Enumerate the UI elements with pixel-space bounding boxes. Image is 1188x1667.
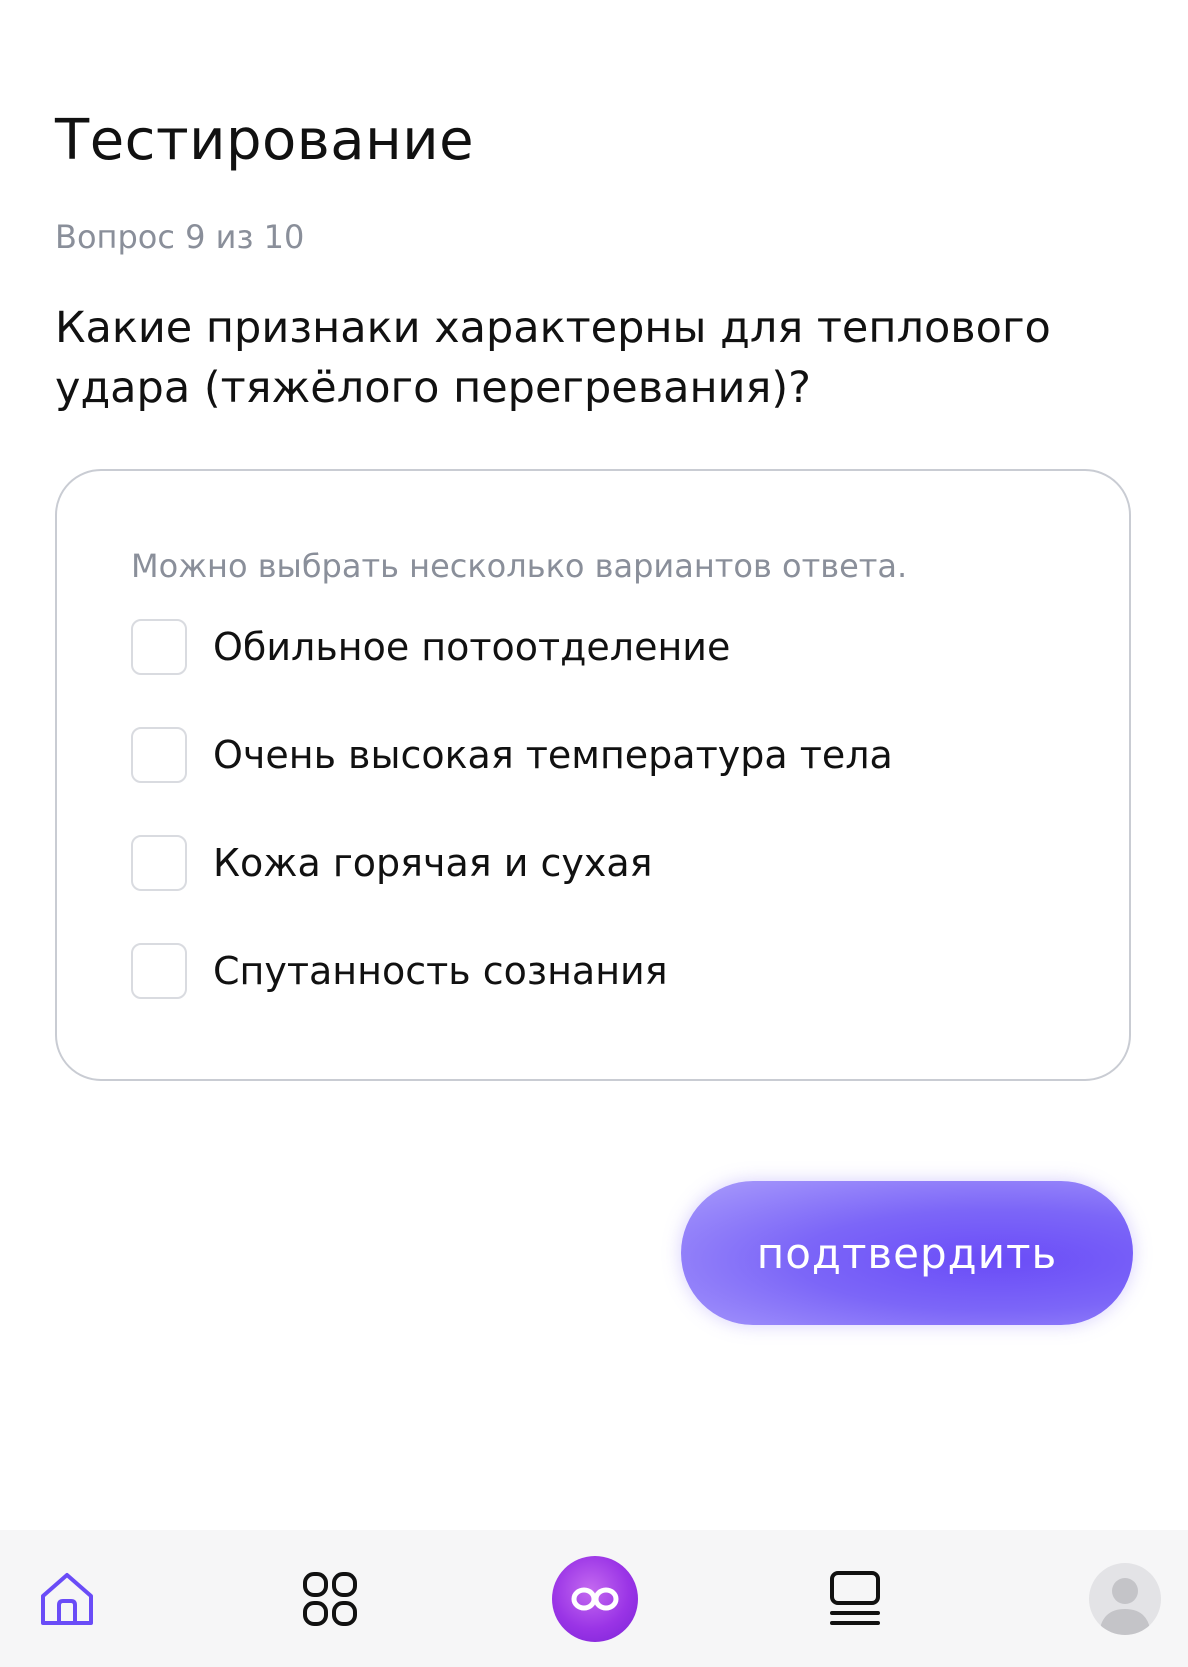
answer-checkbox-4[interactable]	[131, 943, 187, 999]
confirm-button[interactable]: подтвердить	[681, 1181, 1133, 1325]
answer-label-4: Спутанность сознания	[213, 949, 668, 993]
profile-icon	[1099, 1577, 1151, 1635]
answers-card: Можно выбрать несколько вариантов ответа…	[55, 469, 1131, 1081]
nav-profile[interactable]	[1075, 1530, 1175, 1667]
answer-label-1: Обильное потоотделение	[213, 625, 731, 669]
assistant-avatar	[552, 1555, 638, 1642]
answer-checkbox-2[interactable]	[131, 727, 187, 783]
answer-option-1[interactable]: Обильное потоотделение	[131, 617, 730, 677]
nav-home[interactable]	[22, 1530, 112, 1667]
answer-checkbox-3[interactable]	[131, 835, 187, 891]
multiple-choice-hint: Можно выбрать несколько вариантов ответа…	[131, 547, 908, 585]
answer-checkbox-1[interactable]	[131, 619, 187, 675]
grid-icon	[303, 1571, 357, 1626]
nav-assistant[interactable]	[545, 1530, 645, 1667]
answer-label-2: Очень высокая температура тела	[213, 733, 893, 777]
nav-feed[interactable]	[810, 1530, 900, 1667]
home-icon	[41, 1572, 93, 1625]
question-counter: Вопрос 9 из 10	[55, 218, 305, 256]
answer-option-2[interactable]: Очень высокая температура тела	[131, 725, 893, 785]
page-title: Тестирование	[55, 108, 475, 173]
nav-catalog[interactable]	[285, 1530, 375, 1667]
avatar	[1089, 1562, 1161, 1635]
infinity-icon	[571, 1587, 619, 1610]
question-text: Какие признаки характерны для теплового …	[55, 303, 1051, 413]
feed-icon	[830, 1570, 880, 1625]
answer-option-3[interactable]: Кожа горячая и сухая	[131, 833, 653, 893]
bottom-nav	[0, 1530, 1188, 1667]
answer-option-4[interactable]: Спутанность сознания	[131, 941, 668, 1001]
answer-label-3: Кожа горячая и сухая	[213, 841, 653, 885]
